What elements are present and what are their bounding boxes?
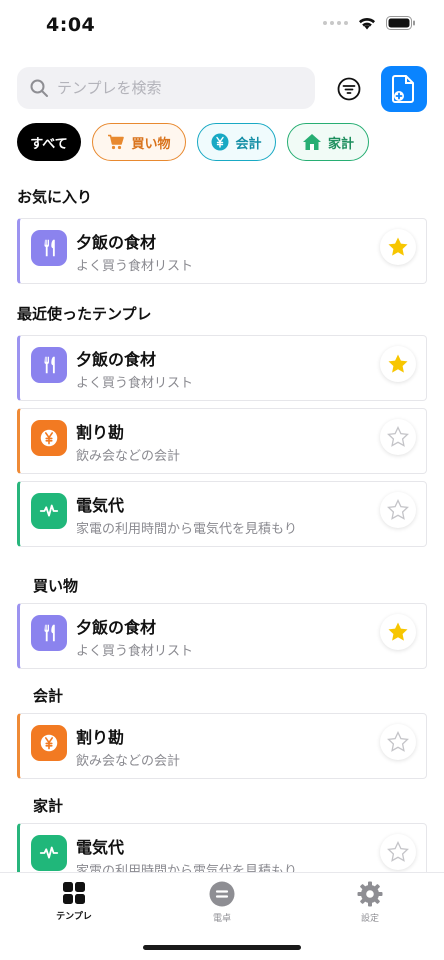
tab-calculator[interactable]: 電卓 bbox=[187, 881, 257, 931]
chip-label: すべて bbox=[30, 136, 68, 152]
favorite-star-button[interactable] bbox=[380, 614, 416, 650]
search-input[interactable] bbox=[57, 79, 287, 97]
tab-label: テンプレ bbox=[56, 912, 92, 922]
house-icon bbox=[302, 134, 321, 150]
template-card-dinner[interactable]: 夕飯の食材 よく買う食材リスト bbox=[17, 218, 427, 284]
star-icon bbox=[386, 730, 410, 754]
card-title: 夕飯の食材 bbox=[76, 350, 157, 369]
tab-label: 電卓 bbox=[212, 914, 231, 924]
yen-icon bbox=[31, 725, 67, 761]
star-icon bbox=[386, 425, 410, 449]
tab-settings[interactable]: 設定 bbox=[335, 881, 405, 931]
wifi-icon bbox=[359, 17, 375, 30]
calculator-icon bbox=[209, 881, 235, 907]
card-subtitle: 飲み会などの会計 bbox=[76, 754, 181, 769]
yen-icon bbox=[211, 133, 229, 151]
status-time: 4:04 bbox=[46, 14, 96, 36]
favorite-star-button[interactable] bbox=[380, 724, 416, 760]
pulse-icon bbox=[31, 835, 67, 871]
template-card-electric[interactable]: 電気代 家電の利用時間から電気代を見積もり bbox=[17, 481, 427, 547]
filter-button[interactable] bbox=[335, 75, 363, 103]
template-card-split[interactable]: 割り勘 飲み会などの会計 bbox=[17, 713, 427, 779]
star-icon bbox=[386, 620, 410, 644]
status-icons bbox=[323, 16, 416, 30]
card-subtitle: 家電の利用時間から電気代を見積もり bbox=[76, 522, 298, 537]
new-document-icon bbox=[392, 75, 414, 103]
chip-accounting[interactable]: 会計 bbox=[197, 123, 276, 161]
section-title-accounting: 会計 bbox=[33, 687, 64, 705]
fork-knife-icon bbox=[31, 347, 67, 383]
star-icon bbox=[386, 840, 410, 864]
battery-icon bbox=[386, 16, 415, 30]
section-title-recent: 最近使ったテンプレ bbox=[17, 305, 152, 323]
card-subtitle: よく買う食材リスト bbox=[76, 376, 194, 391]
template-card-dinner[interactable]: 夕飯の食材 よく買う食材リスト bbox=[17, 335, 427, 401]
tab-label: 設定 bbox=[360, 914, 379, 924]
category-chips: すべて 買い物 会計 家計 bbox=[17, 123, 369, 161]
favorite-star-button[interactable] bbox=[380, 419, 416, 455]
card-title: 夕飯の食材 bbox=[76, 233, 157, 252]
cart-icon bbox=[108, 134, 125, 150]
card-title: 夕飯の食材 bbox=[76, 618, 157, 637]
star-icon bbox=[386, 498, 410, 522]
favorite-star-button[interactable] bbox=[380, 834, 416, 870]
favorite-star-button[interactable] bbox=[380, 229, 416, 265]
star-icon bbox=[386, 352, 410, 376]
filter-icon bbox=[337, 77, 361, 101]
template-card-split[interactable]: 割り勘 飲み会などの会計 bbox=[17, 408, 427, 474]
star-icon bbox=[386, 235, 410, 259]
grid-icon bbox=[63, 882, 85, 904]
fork-knife-icon bbox=[31, 230, 67, 266]
chip-label: 会計 bbox=[235, 136, 262, 152]
search-icon bbox=[30, 79, 48, 97]
signal-icon bbox=[323, 21, 348, 25]
template-card-dinner[interactable]: 夕飯の食材 よく買う食材リスト bbox=[17, 603, 427, 669]
section-title-shopping: 買い物 bbox=[33, 577, 79, 595]
card-subtitle: よく買う食材リスト bbox=[76, 644, 194, 659]
section-title-favorites: お気に入り bbox=[17, 188, 93, 206]
favorite-star-button[interactable] bbox=[380, 346, 416, 382]
yen-icon bbox=[31, 420, 67, 456]
status-bar: 4:04 bbox=[0, 0, 444, 52]
chip-label: 家計 bbox=[327, 136, 354, 152]
search-row bbox=[17, 66, 427, 112]
card-title: 割り勘 bbox=[76, 728, 125, 747]
search-bar[interactable] bbox=[17, 67, 315, 109]
chip-all[interactable]: すべて bbox=[17, 123, 81, 161]
chip-household[interactable]: 家計 bbox=[287, 123, 369, 161]
card-title: 電気代 bbox=[76, 838, 125, 857]
home-indicator[interactable] bbox=[143, 945, 301, 950]
gear-icon bbox=[357, 881, 383, 907]
favorite-star-button[interactable] bbox=[380, 492, 416, 528]
card-title: 割り勘 bbox=[76, 423, 125, 442]
tab-templates[interactable]: テンプレ bbox=[39, 881, 109, 931]
card-title: 電気代 bbox=[76, 496, 125, 515]
pulse-icon bbox=[31, 493, 67, 529]
card-subtitle: よく買う食材リスト bbox=[76, 259, 194, 274]
chip-label: 買い物 bbox=[131, 136, 171, 152]
chip-shopping[interactable]: 買い物 bbox=[92, 123, 186, 161]
card-subtitle: 飲み会などの会計 bbox=[76, 449, 181, 464]
fork-knife-icon bbox=[31, 615, 67, 651]
section-title-household: 家計 bbox=[33, 797, 64, 815]
new-template-button[interactable] bbox=[381, 66, 427, 112]
